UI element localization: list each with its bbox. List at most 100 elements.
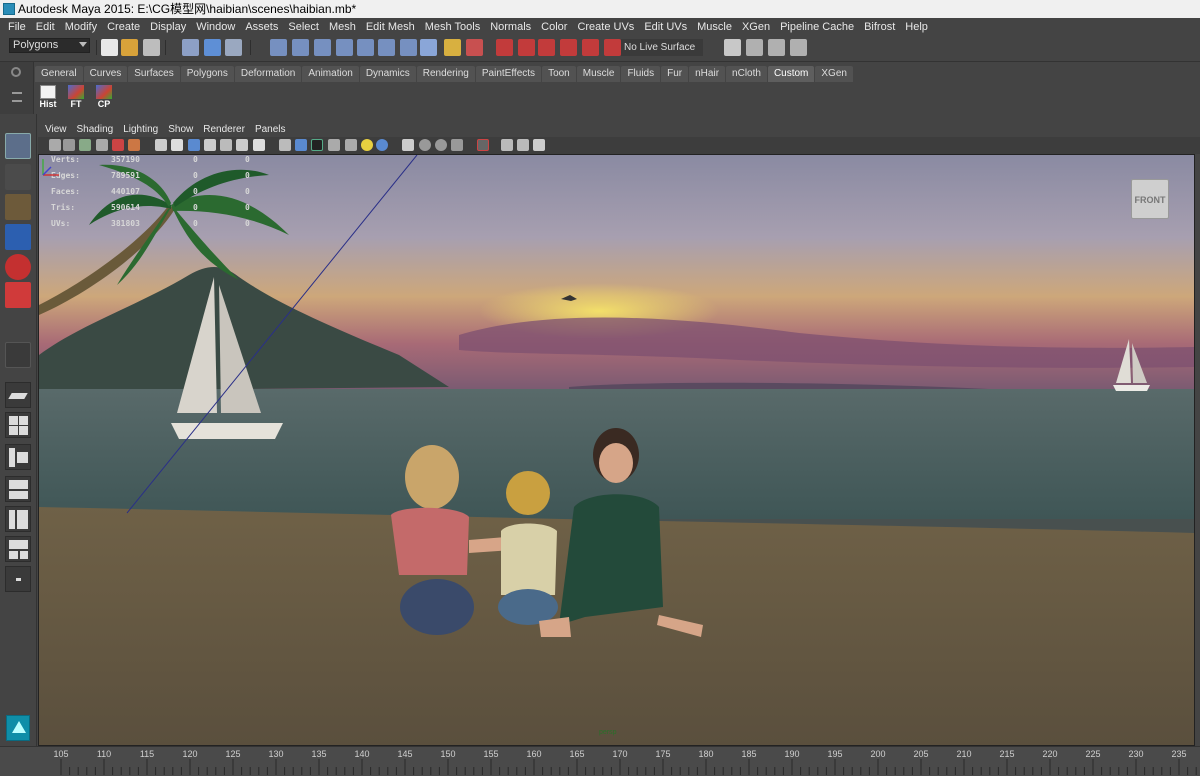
channel-box-toggle-icon[interactable] [768,39,785,56]
shelf-button-cp[interactable]: CP [92,84,116,110]
menu-mesh-tools[interactable]: Mesh Tools [420,18,485,36]
tab-dynamics[interactable]: Dynamics [359,66,416,82]
snap-plane-icon[interactable] [336,39,353,56]
shelf-menu-icon[interactable] [12,92,22,102]
viewport-persp[interactable]: Verts: 357190 0 0 Edges: 789591 0 0 Faces: 4401… [38,154,1195,746]
tab-general[interactable]: General [35,66,83,82]
render-current-frame-icon[interactable] [444,39,461,56]
menu-help[interactable]: Help [900,18,933,36]
menu-create[interactable]: Create [102,18,145,36]
tab-curves[interactable]: Curves [83,66,128,82]
wireframe-icon[interactable] [171,139,183,151]
magnet-snap-icon[interactable] [582,39,599,56]
tab-fur[interactable]: Fur [661,66,689,82]
anti-aliasing-icon[interactable] [376,139,388,151]
construction-history-icon[interactable] [400,39,417,56]
textured-icon[interactable] [220,139,232,151]
half-sphere-icon[interactable] [435,139,447,151]
live-surface-field[interactable]: No Live Surface [621,39,703,56]
tab-muscle[interactable]: Muscle [576,66,621,82]
panel-menu-shading[interactable]: Shading [72,124,119,135]
menu-color[interactable]: Color [536,18,572,36]
xray-icon[interactable] [279,139,291,151]
last-tool-icon[interactable] [5,342,31,368]
menu-create-uvs[interactable]: Create UVs [572,18,639,36]
menu-xgen[interactable]: XGen [737,18,775,36]
hypershade-icon[interactable] [518,39,535,56]
depth-of-field-icon[interactable] [402,139,414,151]
layout-options-icon[interactable] [5,566,31,592]
isolate-select-icon[interactable] [311,139,323,151]
make-live-icon[interactable] [357,39,374,56]
tab-nhair[interactable]: nHair [689,66,726,82]
menu-pipeline-cache[interactable]: Pipeline Cache [775,18,859,36]
live-magnet-icon[interactable] [604,39,621,56]
render-view-icon[interactable] [538,39,555,56]
material-sphere-icon[interactable] [419,139,431,151]
ambient-occlusion-icon[interactable] [328,139,340,151]
move-tool-icon[interactable] [5,224,31,250]
select-by-hierarchy-icon[interactable] [182,39,199,56]
share-icon[interactable] [533,139,545,151]
rotate-tool-icon[interactable] [5,254,31,280]
panel-menu-panels[interactable]: Panels [250,124,291,135]
persp-outliner-layout-icon[interactable] [5,444,31,470]
cube-shade-icon[interactable] [451,139,463,151]
menu-display[interactable]: Display [145,18,191,36]
history-icon[interactable] [378,39,395,56]
persp-graph-layout-icon[interactable] [5,476,31,502]
save-scene-icon[interactable] [143,39,160,56]
open-scene-icon[interactable] [121,39,138,56]
hud-toggle-icon[interactable] [501,139,513,151]
select-tool-icon[interactable] [5,133,31,159]
shelf-button-ft[interactable]: FT [64,84,88,110]
snap-curve-icon[interactable] [292,39,309,56]
menu-assets[interactable]: Assets [240,18,283,36]
resolution-gate-icon[interactable] [112,139,124,151]
lights-icon[interactable] [361,139,373,151]
new-scene-icon[interactable] [101,39,118,56]
frame-all-icon[interactable] [517,139,529,151]
tab-toon[interactable]: Toon [542,66,576,82]
tab-surfaces[interactable]: Surfaces [128,66,180,82]
menu-set-dropdown[interactable]: Polygons [9,38,90,53]
menu-mesh[interactable]: Mesh [324,18,361,36]
tab-polygons[interactable]: Polygons [180,66,234,82]
xray-joints-icon[interactable] [295,139,307,151]
motion-blur-icon[interactable] [345,139,357,151]
tab-rendering[interactable]: Rendering [416,66,475,82]
attribute-editor-toggle-icon[interactable] [724,39,741,56]
gamma-icon[interactable] [477,139,489,151]
magnet-icon[interactable] [560,39,577,56]
persp-graph-outliner-layout-icon[interactable] [5,536,31,562]
smooth-shade-icon[interactable] [188,139,200,151]
menu-normals[interactable]: Normals [485,18,536,36]
paint-select-tool-icon[interactable] [5,194,31,220]
menu-edit[interactable]: Edit [31,18,60,36]
menu-edit-uvs[interactable]: Edit UVs [639,18,692,36]
snap-point-icon[interactable] [314,39,331,56]
single-perspective-layout-icon[interactable] [5,382,31,408]
view-cube[interactable]: FRONT [1131,179,1169,219]
snap-grid-icon[interactable] [270,39,287,56]
panel-menu-renderer[interactable]: Renderer [198,124,250,135]
modeling-toolkit-icon[interactable] [790,39,807,56]
panel-menu-lighting[interactable]: Lighting [118,124,163,135]
panel-menu-show[interactable]: Show [163,124,198,135]
menu-file[interactable]: File [3,18,31,36]
scale-tool-icon[interactable] [5,282,31,308]
ipr-render-icon[interactable] [466,39,483,56]
lasso-tool-icon[interactable] [5,164,31,190]
menu-select[interactable]: Select [283,18,324,36]
time-slider[interactable]: 105 110 115 120 125 130 135 140 145 150 155 160 165 1… [0,746,1200,776]
film-gate-icon[interactable] [96,139,108,151]
tab-painteffects[interactable]: PaintEffects [475,66,542,82]
select-by-object-icon[interactable] [204,39,221,56]
menu-modify[interactable]: Modify [60,18,102,36]
tab-fluids[interactable]: Fluids [621,66,661,82]
tab-custom[interactable]: Custom [767,66,815,82]
shelf-button-hist[interactable]: Hist [36,84,60,110]
menu-window[interactable]: Window [191,18,240,36]
gear-icon[interactable] [11,67,21,77]
tab-ncloth[interactable]: nCloth [726,66,767,82]
